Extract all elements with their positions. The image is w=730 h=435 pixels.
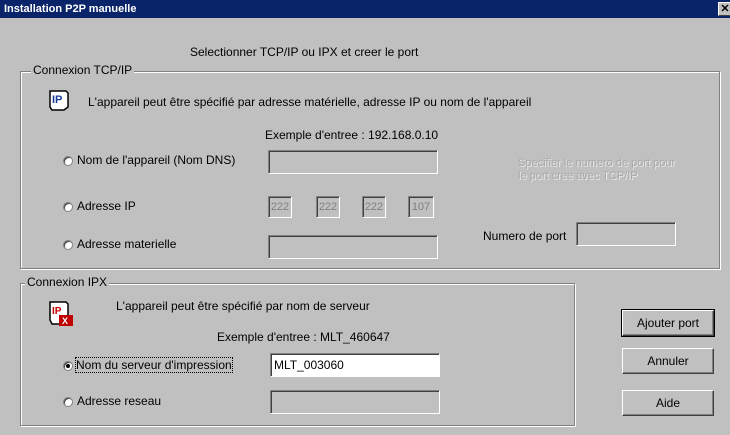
- close-button[interactable]: ✕: [718, 2, 730, 16]
- ip-address-radio[interactable]: [63, 202, 73, 212]
- title-bar: Installation P2P manuelle ✕: [0, 0, 730, 18]
- ip-octet-1[interactable]: 222: [268, 196, 292, 218]
- ip-octet-2[interactable]: 222: [316, 196, 340, 218]
- print-server-label[interactable]: Nom du serveur d'impression: [75, 357, 233, 373]
- help-button[interactable]: Aide: [622, 390, 714, 416]
- mac-address-radio[interactable]: [63, 240, 73, 250]
- cancel-button[interactable]: Annuler: [622, 348, 714, 374]
- network-ip-icon: IP: [47, 88, 71, 112]
- instruction-text: Selectionner TCP/IP ou IPX et creer le p…: [190, 45, 419, 59]
- tcpip-example: Exemple d'entree : 192.168.0.10: [265, 128, 439, 142]
- dns-label[interactable]: Nom de l'appareil (Nom DNS): [77, 153, 235, 167]
- network-address-radio[interactable]: [63, 397, 73, 407]
- port-hint-text: Specifier le numero de port pour le port…: [518, 157, 676, 182]
- tcpip-legend: Connexion TCP/IP: [31, 63, 135, 77]
- svg-text:X: X: [62, 316, 68, 326]
- ipx-example: Exemple d'entree : MLT_460647: [217, 330, 390, 344]
- mac-address-label[interactable]: Adresse materielle: [77, 237, 176, 251]
- add-port-button[interactable]: Ajouter port: [621, 309, 715, 337]
- close-icon: ✕: [720, 3, 730, 15]
- network-address-label[interactable]: Adresse reseau: [77, 394, 161, 408]
- port-number-label: Numero de port: [483, 229, 567, 243]
- dns-radio[interactable]: [63, 156, 73, 166]
- print-server-radio[interactable]: [63, 361, 73, 371]
- window-title: Installation P2P manuelle: [4, 3, 137, 15]
- ipx-legend: Connexion IPX: [25, 275, 110, 289]
- print-server-field[interactable]: MLT_003060: [270, 353, 440, 377]
- svg-text:IP: IP: [52, 94, 62, 106]
- tcpip-description: L'appareil peut être spécifié par adress…: [88, 95, 532, 109]
- ip-octet-4[interactable]: 107: [408, 196, 434, 218]
- network-ipx-icon: IP X: [47, 300, 75, 328]
- network-address-field[interactable]: [270, 390, 440, 414]
- ipx-description: L'appareil peut être spécifié par nom de…: [116, 299, 370, 313]
- mac-address-field[interactable]: [268, 235, 438, 259]
- ip-address-label[interactable]: Adresse IP: [77, 199, 136, 213]
- port-number-field[interactable]: [576, 222, 676, 246]
- ip-octet-3[interactable]: 222: [362, 196, 386, 218]
- dns-name-field[interactable]: [268, 150, 438, 174]
